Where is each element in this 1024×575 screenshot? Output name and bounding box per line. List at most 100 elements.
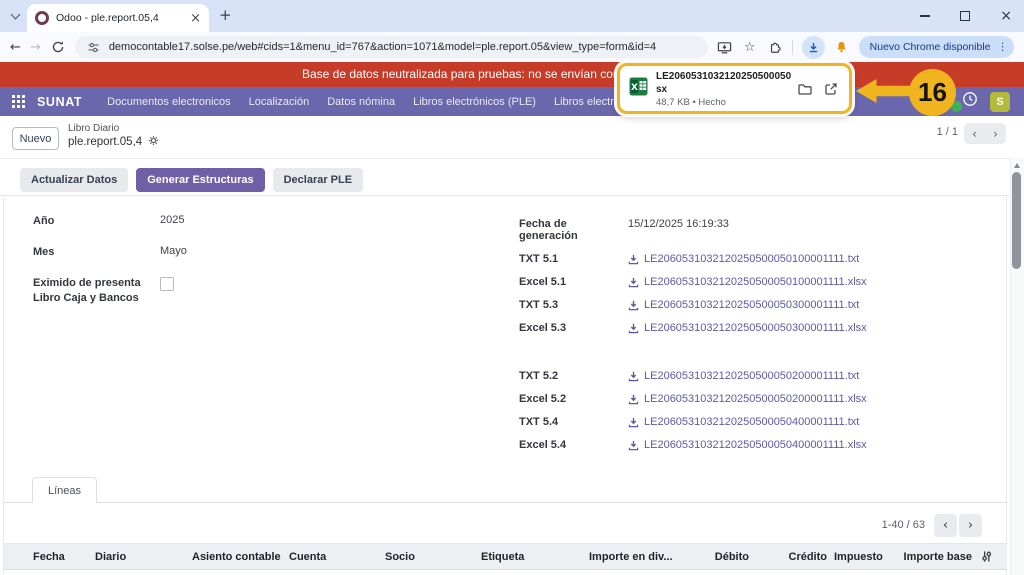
actualizar-datos-button[interactable]: Actualizar Datos xyxy=(20,168,129,192)
download-filename-line1: LE2060531032120250500050 xyxy=(656,70,792,82)
generar-estructuras-button[interactable]: Generar Estructuras xyxy=(136,168,265,192)
form-left-column: Año 2025 Mes Mayo Eximido de presenta Li… xyxy=(33,214,187,305)
statusbar-actions: Actualizar Datos Generar Estructuras Dec… xyxy=(20,168,364,192)
gear-icon[interactable] xyxy=(148,135,159,149)
column-impuesto[interactable]: Impuesto xyxy=(827,551,887,563)
menu-kebab-icon[interactable]: ⋮ xyxy=(998,41,1009,53)
downloads-icon[interactable] xyxy=(801,35,825,59)
generated-date-value: 15/12/2025 16:19:33 xyxy=(628,218,729,230)
address-bar[interactable]: democontable17.solse.pe/web#cids=1&menu_… xyxy=(74,36,708,58)
chevron-down-icon xyxy=(10,9,20,20)
exempt-label: Eximido de presenta Libro Caja y Bancos xyxy=(33,276,141,304)
chrome-update-button[interactable]: Nuevo Chrome disponible ⋮ xyxy=(858,36,1014,58)
optional-columns-icon[interactable] xyxy=(980,550,993,563)
record-pager-text: 1 / 1 xyxy=(936,126,958,138)
annotation-step-badge: 16 xyxy=(909,69,956,116)
file-download-link[interactable]: LE2060531032120250500050400001111.xlsx xyxy=(628,439,867,451)
bookmark-star-icon[interactable]: ☆ xyxy=(742,39,758,55)
apps-grid-icon[interactable] xyxy=(12,95,25,108)
column-asiento[interactable]: Asiento contable xyxy=(192,551,289,563)
new-tab-button[interactable]: + xyxy=(219,6,232,24)
column-importe-divisa[interactable]: Importe en div... xyxy=(589,551,689,563)
list-header-row: Fecha Diario Asiento contable Cuenta Soc… xyxy=(4,543,1007,570)
pager-next-icon[interactable]: › xyxy=(993,127,998,141)
file-download-link[interactable]: LE2060531032120250500050200001111.txt xyxy=(628,370,859,382)
file-download-link[interactable]: LE2060531032120250500050100001111.txt xyxy=(628,253,859,265)
breadcrumb-current: ple.report.05,4 xyxy=(68,136,143,148)
excel-file-icon: X xyxy=(629,77,648,101)
list-pager-prev[interactable]: ‹ xyxy=(934,514,957,537)
file-label: Excel 5.1 xyxy=(519,276,567,288)
file-download-link[interactable]: LE2060531032120250500050200001111.xlsx xyxy=(628,393,867,405)
download-filename-line2: sx xyxy=(656,83,668,95)
minimize-icon[interactable] xyxy=(920,15,931,17)
browser-tab[interactable]: Odoo - ple.report.05,4 × xyxy=(27,4,209,32)
download-bubble[interactable]: X LE2060531032120250500050 sx 48,7 KB • … xyxy=(617,63,852,114)
tab-search-button[interactable] xyxy=(8,9,22,24)
save-page-icon[interactable] xyxy=(717,39,733,55)
banner-text: Base de datos neutralizada para pruebas:… xyxy=(302,67,621,81)
toolbar-divider xyxy=(791,39,793,55)
year-value[interactable]: 2025 xyxy=(160,214,184,226)
file-label: TXT 5.1 xyxy=(519,253,559,265)
extensions-icon[interactable] xyxy=(767,39,783,55)
scrollbar-thumb[interactable] xyxy=(1012,172,1021,269)
browser-window: Odoo - ple.report.05,4 × + × ← → democon… xyxy=(0,0,1024,575)
file-download-link[interactable]: LE2060531032120250500050300001111.txt xyxy=(628,299,859,311)
column-debito[interactable]: Débito xyxy=(689,551,749,563)
file-label: Excel 5.4 xyxy=(519,439,567,451)
notification-bell-icon[interactable] xyxy=(834,39,850,55)
browser-toolbar: ← → democontable17.solse.pe/web#cids=1&m… xyxy=(0,32,1024,62)
divider xyxy=(0,158,1024,159)
breadcrumb-parent[interactable]: Libro Diario xyxy=(68,123,159,134)
column-diario[interactable]: Diario xyxy=(95,551,192,563)
record-pager: ‹ › xyxy=(964,123,1006,144)
month-value[interactable]: Mayo xyxy=(160,245,187,257)
pager-prev-icon[interactable]: ‹ xyxy=(972,127,977,141)
download-file-info[interactable]: LE2060531032120250500050 sx 48,7 KB • He… xyxy=(656,70,792,108)
download-file-meta: 48,7 KB • Hecho xyxy=(656,96,726,108)
declarar-ple-button[interactable]: Declarar PLE xyxy=(272,168,364,192)
tab-title: Odoo - ple.report.05,4 xyxy=(56,12,159,24)
column-credito[interactable]: Crédito xyxy=(749,551,828,563)
list-pager-text: 1-40 / 63 xyxy=(881,519,925,531)
file-label: TXT 5.3 xyxy=(519,299,559,311)
menu-libros-ple[interactable]: Libros electrónicos (PLE) xyxy=(404,96,545,108)
forward-icon[interactable]: → xyxy=(30,41,41,54)
tab-lineas[interactable]: Líneas xyxy=(32,477,98,503)
url-text: democontable17.solse.pe/web#cids=1&menu_… xyxy=(108,41,657,53)
open-file-icon[interactable] xyxy=(822,80,840,98)
close-icon[interactable]: × xyxy=(1000,9,1012,23)
menu-documentos-electronicos[interactable]: Documentos electronicos xyxy=(98,96,240,108)
activities-clock-icon[interactable] xyxy=(962,91,978,112)
back-icon[interactable]: ← xyxy=(10,41,21,54)
column-etiqueta[interactable]: Etiqueta xyxy=(481,551,589,563)
column-fecha[interactable]: Fecha xyxy=(33,551,95,563)
column-cuenta[interactable]: Cuenta xyxy=(289,551,385,563)
column-socio[interactable]: Socio xyxy=(385,551,481,563)
app-brand[interactable]: SUNAT xyxy=(37,95,82,109)
list-pager-next[interactable]: › xyxy=(959,514,982,537)
form-right-column: Fecha de generación 15/12/2025 16:19:33 … xyxy=(519,218,867,451)
file-download-link[interactable]: LE2060531032120250500050300001111.xlsx xyxy=(628,322,867,334)
restore-icon[interactable] xyxy=(960,8,973,21)
menu-localizacion[interactable]: Localización xyxy=(240,96,319,108)
column-importe-base[interactable]: Importe base xyxy=(887,551,972,563)
notebook-divider xyxy=(4,502,1007,503)
file-label: Excel 5.3 xyxy=(519,322,567,334)
file-download-link[interactable]: LE2060531032120250500050400001111.txt xyxy=(628,416,859,428)
file-download-link[interactable]: LE2060531032120250500050100001111.xlsx xyxy=(628,276,867,288)
menu-datos-nomina[interactable]: Datos nómina xyxy=(318,96,404,108)
tab-close-icon[interactable]: × xyxy=(190,12,201,25)
svg-text:X: X xyxy=(631,83,638,93)
site-settings-icon[interactable] xyxy=(86,39,102,55)
window-controls: × xyxy=(920,0,1012,32)
year-label: Año xyxy=(33,215,55,227)
reload-icon[interactable] xyxy=(50,39,66,55)
generated-date-label: Fecha de generación xyxy=(519,218,578,242)
exempt-checkbox[interactable] xyxy=(160,276,174,291)
new-record-button[interactable]: Nuevo xyxy=(12,127,59,150)
user-avatar[interactable]: S xyxy=(990,91,1010,112)
show-in-folder-icon[interactable] xyxy=(796,80,814,98)
scrollbar-up-icon[interactable] xyxy=(1014,163,1020,168)
